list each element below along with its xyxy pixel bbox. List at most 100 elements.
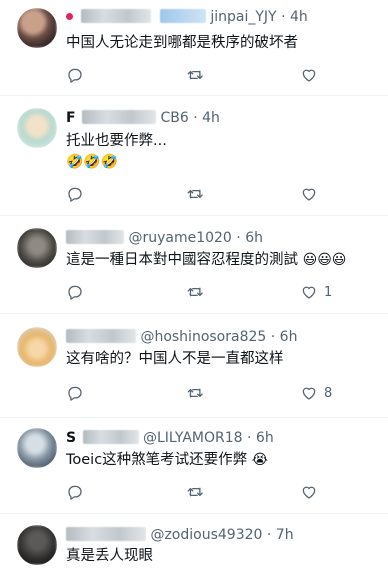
emoji-text: 😭 <box>251 452 269 468</box>
timestamp[interactable]: 4h <box>290 9 308 25</box>
avatar[interactable] <box>17 228 57 268</box>
retweet-icon <box>187 70 203 80</box>
tweet-text-body: Toeic这种煞笔考试还要作弊 <box>66 452 248 468</box>
tweet-text-body: 這是一種日本對中國容忍程度的測試 <box>66 252 298 268</box>
separator: · <box>247 430 252 446</box>
avatar[interactable] <box>17 525 57 565</box>
retweet-button[interactable] <box>186 482 204 502</box>
flag-icon <box>66 13 73 20</box>
retweet-icon <box>187 487 203 497</box>
reply-tweet[interactable]: jinpai_YJY · 4h 中国人无论走到哪都是秩序的破坏者 <box>0 0 388 96</box>
display-name-redacted[interactable] <box>82 110 157 124</box>
like-count: 8 <box>324 385 333 401</box>
display-name-redacted[interactable] <box>82 430 139 444</box>
like-button[interactable]: 1 <box>300 282 332 302</box>
like-button[interactable] <box>300 65 324 85</box>
tweet-text: 這是一種日本對中國容忍程度的測試 😃😃😃 <box>66 250 346 270</box>
tweet-actions <box>66 184 366 204</box>
tweet-text: 托业也要作弊... <box>66 133 167 149</box>
retweet-icon <box>187 287 203 297</box>
tweet-text: 这有啥的？中国人不是一直都这样 <box>66 351 284 367</box>
timestamp[interactable]: 4h <box>202 110 220 126</box>
heart-icon <box>302 387 316 400</box>
timestamp[interactable]: 7h <box>276 527 294 543</box>
at-sign: @ <box>140 329 155 345</box>
tweet-header: F CB6 · 4h <box>66 109 220 127</box>
tweet-text: Toeic这种煞笔考试还要作弊 😭 <box>66 450 268 470</box>
reply-feed: jinpai_YJY · 4h 中国人无论走到哪都是秩序的破坏者 F CB6 ·… <box>0 0 388 576</box>
at-sign: @ <box>128 230 143 246</box>
avatar[interactable] <box>17 8 57 48</box>
tweet-actions <box>66 65 366 85</box>
heart-icon <box>302 286 316 299</box>
heart-icon <box>302 69 316 82</box>
tweet-header: @ruyame1020 · 6h <box>66 229 263 247</box>
reply-tweet[interactable]: @hoshinosora825 · 6h 这有啥的？中国人不是一直都这样 8 <box>0 314 388 418</box>
reply-tweet[interactable]: @ruyame1020 · 6h 這是一種日本對中國容忍程度的測試 😃😃😃 1 <box>0 216 388 314</box>
reply-button[interactable] <box>66 282 84 302</box>
user-handle[interactable]: ruyame1020 <box>142 230 231 246</box>
reply-button[interactable] <box>66 383 84 403</box>
like-button[interactable]: 8 <box>300 383 332 403</box>
tweet-text: 中国人无论走到哪都是秩序的破坏者 <box>66 35 298 51</box>
handle-redacted <box>159 9 206 23</box>
reply-icon <box>68 68 82 83</box>
separator: · <box>266 527 272 543</box>
user-handle[interactable]: hoshinosora825 <box>154 329 266 345</box>
display-name-redacted[interactable] <box>66 527 146 541</box>
user-handle[interactable]: zodious49320 <box>164 527 262 543</box>
tweet-actions: 1 <box>66 282 366 302</box>
display-name-redacted[interactable] <box>66 329 136 343</box>
timestamp[interactable]: 6h <box>256 430 274 446</box>
heart-icon <box>302 188 316 201</box>
retweet-button[interactable] <box>186 383 204 403</box>
at-sign: @ <box>150 527 165 543</box>
display-name-redacted[interactable] <box>66 230 124 244</box>
emoji-text: 😃😃😃 <box>302 252 347 268</box>
reply-icon <box>68 285 82 300</box>
timestamp[interactable]: 6h <box>280 329 298 345</box>
user-handle[interactable]: LILYAMOR18 <box>157 430 243 446</box>
separator: · <box>281 9 286 25</box>
reply-icon <box>68 187 82 202</box>
reply-tweet[interactable]: @zodious49320 · 7h 真是丢人现眼 <box>0 514 388 576</box>
tweet-actions: 8 <box>66 383 366 403</box>
reply-tweet[interactable]: S @LILYAMOR18 · 6h Toeic这种煞笔考试还要作弊 😭 <box>0 418 388 514</box>
display-name[interactable]: S <box>66 430 76 446</box>
retweet-button[interactable] <box>186 184 204 204</box>
retweet-button[interactable] <box>186 282 204 302</box>
at-sign: @ <box>143 430 157 446</box>
tweet-header: @hoshinosora825 · 6h <box>66 328 297 346</box>
like-count: 1 <box>324 284 333 300</box>
avatar[interactable] <box>17 428 57 468</box>
display-name-redacted[interactable] <box>81 9 152 23</box>
reply-icon <box>68 386 82 401</box>
like-button[interactable] <box>300 482 324 502</box>
reply-button[interactable] <box>66 65 84 85</box>
reply-button[interactable] <box>66 482 84 502</box>
retweet-icon <box>187 388 203 398</box>
reply-tweet[interactable]: F CB6 · 4h 托业也要作弊... 🤣🤣🤣 <box>0 96 388 216</box>
like-button[interactable] <box>300 184 324 204</box>
reply-icon <box>68 485 82 500</box>
avatar[interactable] <box>17 108 57 148</box>
avatar[interactable] <box>17 327 57 367</box>
reply-button[interactable] <box>66 184 84 204</box>
tweet-header: @zodious49320 · 7h <box>66 526 294 544</box>
user-handle[interactable]: jinpai_YJY <box>210 9 276 25</box>
retweet-button[interactable] <box>186 65 204 85</box>
tweet-text: 真是丢人现眼 <box>66 548 153 564</box>
separator: · <box>270 329 276 345</box>
emoji-text: 🤣🤣🤣 <box>66 154 119 170</box>
tweet-header: S @LILYAMOR18 · 6h <box>66 429 274 447</box>
display-name[interactable]: F <box>66 110 76 126</box>
tweet-actions <box>66 482 366 502</box>
user-handle[interactable]: CB6 <box>160 110 188 126</box>
tweet-header: jinpai_YJY · 4h <box>66 8 308 26</box>
timestamp[interactable]: 6h <box>245 230 263 246</box>
tweet-emoji-line: 🤣🤣🤣 <box>66 152 118 172</box>
heart-icon <box>302 486 316 499</box>
retweet-icon <box>187 189 203 199</box>
separator: · <box>236 230 241 246</box>
separator: · <box>193 110 198 126</box>
